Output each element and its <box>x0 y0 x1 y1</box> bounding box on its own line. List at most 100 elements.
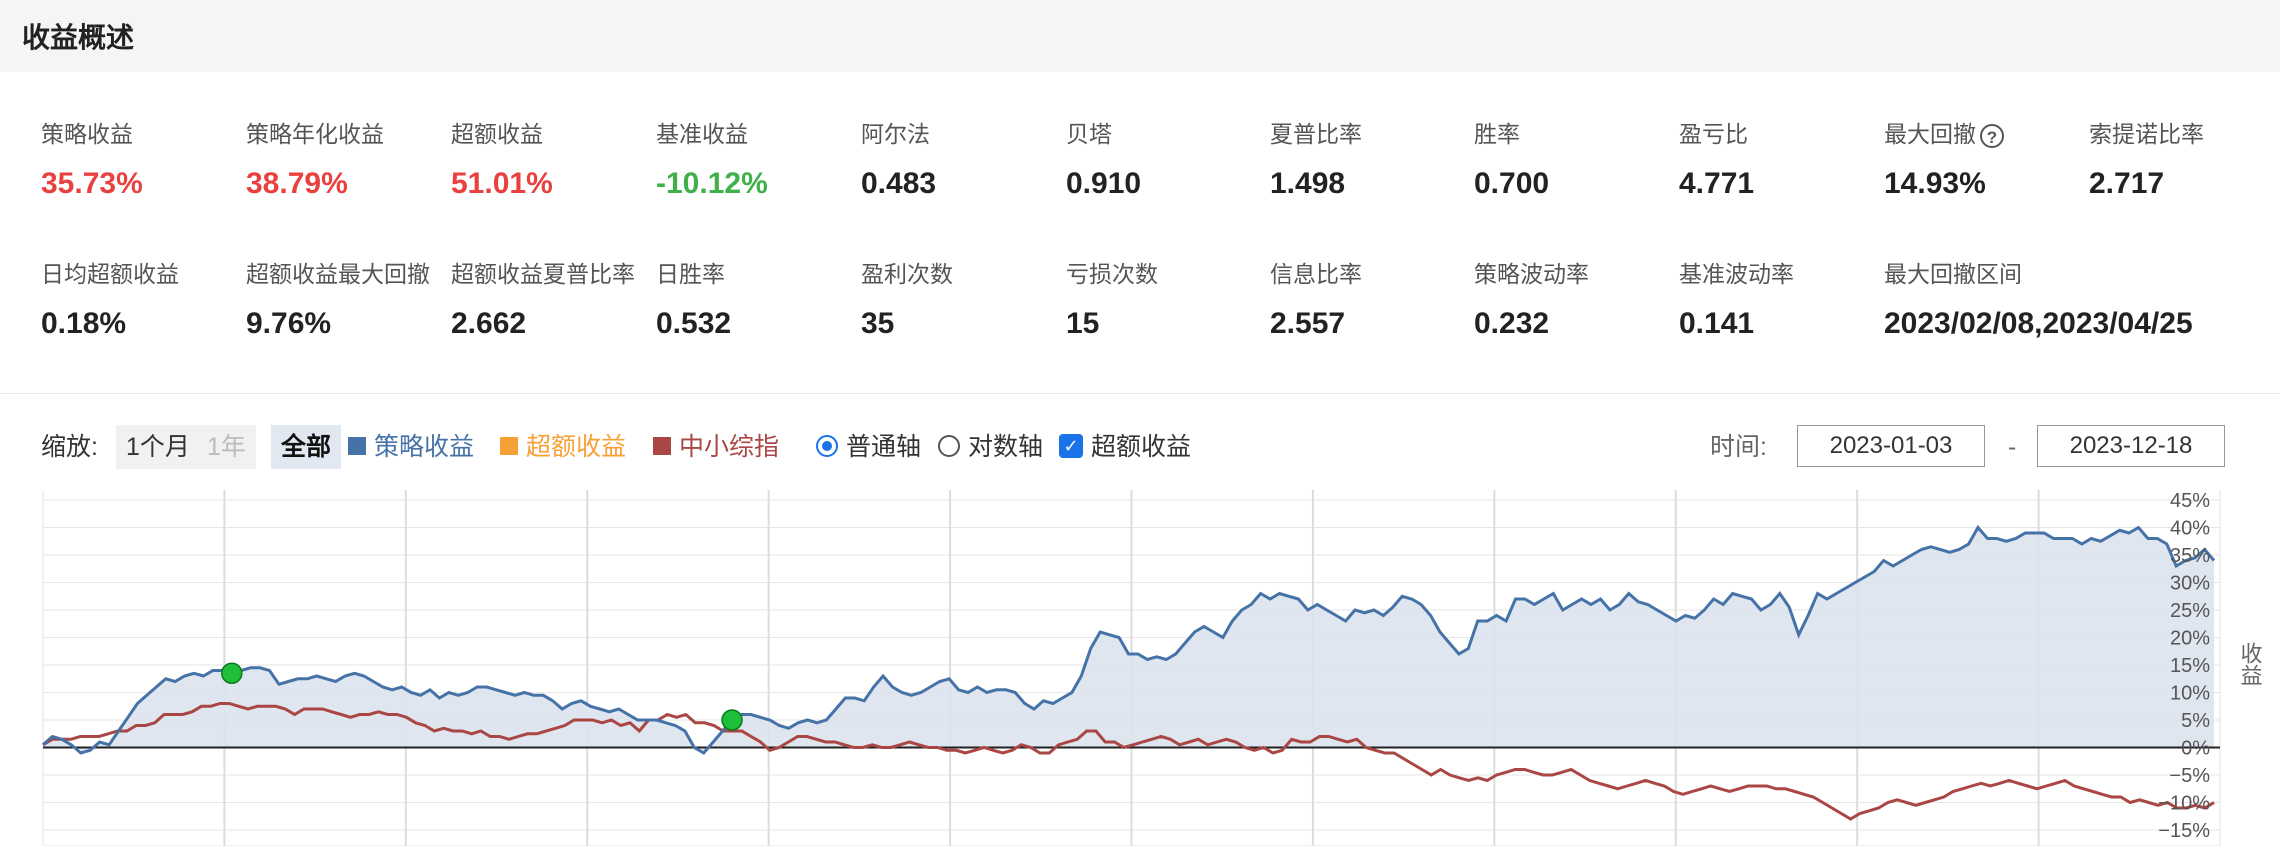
metric-excess-sharpe: 超额收益夏普比率 2.662 <box>451 255 651 341</box>
y-tick-label: 10% <box>2170 683 2210 705</box>
metric-value: 0.532 <box>656 307 732 340</box>
metric-label: 策略波动率 <box>1474 261 1589 287</box>
metric-excess-return: 超额收益 51.01% <box>451 115 651 201</box>
metric-label-wrap: 最大回撤? <box>1884 115 2084 149</box>
y-tick-label: 25% <box>2170 600 2210 622</box>
legend-swatch <box>348 437 366 456</box>
excess-return-checkbox[interactable]: ✓ 超额收益 <box>1059 425 1191 469</box>
metric-value: 9.76% <box>246 307 332 340</box>
metric-daily-win-rate: 日胜率 0.532 <box>656 255 856 341</box>
metric-value: 2.717 <box>2089 167 2165 200</box>
metric-strategy-return: 策略收益 35.73% <box>41 115 241 201</box>
metric-value: 2.662 <box>451 307 527 340</box>
metric-sortino: 索提诺比率 2.717 <box>2089 115 2280 201</box>
metric-value: -10.12% <box>656 167 768 200</box>
legend-item-benchmark[interactable]: 中小综指 <box>653 425 779 469</box>
metric-label: 索提诺比率 <box>2089 121 2204 147</box>
drawdown-end-marker <box>721 709 743 731</box>
metric-value: 38.79% <box>246 167 348 200</box>
radio-label: 普通轴 <box>846 433 922 461</box>
metric-label: 策略收益 <box>41 121 133 147</box>
y-tick-label: 30% <box>2170 573 2210 595</box>
legend-label: 中小综指 <box>679 433 780 461</box>
y-axis-label: 收益 <box>2238 642 2263 686</box>
metric-label: 盈亏比 <box>1679 121 1748 147</box>
returns-chart: 45%40%35%30%25%20%15%10%5%0%−5%−10%−15% … <box>42 490 2263 846</box>
metric-info-ratio: 信息比率 2.557 <box>1270 255 1470 341</box>
metric-annualized-return: 策略年化收益 38.79% <box>246 115 446 201</box>
metric-daily-excess: 日均超额收益 0.18% <box>41 255 241 341</box>
y-tick-label: 15% <box>2170 655 2210 677</box>
metric-beta: 贝塔 0.910 <box>1066 115 1266 201</box>
section-title: 收益概述 <box>22 22 135 53</box>
zoom-all-button[interactable]: 全部 <box>271 425 342 469</box>
help-icon[interactable]: ? <box>1980 123 2004 148</box>
metric-value: 0.483 <box>861 167 937 200</box>
metric-label: 最大回撤 <box>1884 121 1976 147</box>
metric-max-drawdown-range: 最大回撤区间 2023/02/08,2023/04/25 <box>1884 255 2264 341</box>
date-separator: - <box>2008 433 2017 461</box>
chart-toolbar: 缩放: 1个月 1年 全部 策略收益 超额收益 中小综指 普通轴 对数轴 ✓ 超额… <box>0 425 2280 469</box>
legend-item-strategy[interactable]: 策略收益 <box>348 425 474 469</box>
radio-unselected-icon <box>938 435 960 458</box>
metric-strategy-volatility: 策略波动率 0.232 <box>1474 255 1674 341</box>
metric-label: 超额收益夏普比率 <box>451 261 635 287</box>
metric-value: 15 <box>1066 307 1100 340</box>
metric-label: 基准波动率 <box>1679 261 1794 287</box>
metric-max-drawdown: 最大回撤? 14.93% <box>1884 115 2084 201</box>
zoom-1-year-button[interactable]: 1年 <box>197 425 256 469</box>
log-axis-radio[interactable]: 对数轴 <box>938 425 1043 469</box>
checkmark-icon: ✓ <box>1059 434 1083 459</box>
metric-label: 最大回撤区间 <box>1884 261 2022 287</box>
metric-label: 贝塔 <box>1066 121 1112 147</box>
metric-label: 夏普比率 <box>1270 121 1362 147</box>
y-tick-label: −10% <box>2158 793 2210 815</box>
legend-item-excess[interactable]: 超额收益 <box>500 425 626 469</box>
metric-value: 2.557 <box>1270 307 1346 340</box>
drawdown-start-marker <box>221 662 243 684</box>
metric-label: 胜率 <box>1474 121 1520 147</box>
metric-value: 0.700 <box>1474 167 1550 200</box>
checkbox-label: 超额收益 <box>1091 433 1192 461</box>
metric-value: 1.498 <box>1270 167 1346 200</box>
metric-value: 2023/02/08,2023/04/25 <box>1884 307 2193 340</box>
y-tick-label: 0% <box>2181 738 2210 760</box>
section-header: 收益概述 <box>0 0 2280 72</box>
radio-selected-icon <box>816 435 838 458</box>
metric-label: 日胜率 <box>656 261 725 287</box>
metric-profit-loss-ratio: 盈亏比 4.771 <box>1679 115 1879 201</box>
legend-swatch <box>653 437 671 456</box>
metric-value: 51.01% <box>451 167 553 200</box>
metric-label: 亏损次数 <box>1066 261 1158 287</box>
metric-value: 0.910 <box>1066 167 1142 200</box>
metric-win-rate: 胜率 0.700 <box>1474 115 1674 201</box>
metric-loss-count: 亏损次数 15 <box>1066 255 1266 341</box>
metric-label: 超额收益 <box>451 121 543 147</box>
metric-label: 盈利次数 <box>861 261 953 287</box>
y-tick-label: 45% <box>2170 490 2210 512</box>
y-tick-label: −15% <box>2158 820 2210 842</box>
metric-value: 0.141 <box>1679 307 1755 340</box>
metric-profit-count: 盈利次数 35 <box>861 255 1061 341</box>
end-date-input[interactable]: 2023-12-18 <box>2037 425 2225 467</box>
normal-axis-radio[interactable]: 普通轴 <box>816 425 921 469</box>
metric-value: 35 <box>861 307 895 340</box>
metric-sharpe: 夏普比率 1.498 <box>1270 115 1470 201</box>
legend-label: 策略收益 <box>374 433 475 461</box>
start-date-input[interactable]: 2023-01-03 <box>1797 425 1985 467</box>
metric-label: 信息比率 <box>1270 261 1362 287</box>
section-divider <box>0 393 2280 394</box>
metric-alpha: 阿尔法 0.483 <box>861 115 1061 201</box>
metric-label: 阿尔法 <box>861 121 930 147</box>
metric-label: 策略年化收益 <box>246 121 384 147</box>
metric-value: 14.93% <box>1884 167 1986 200</box>
y-tick-label: 20% <box>2170 628 2210 650</box>
metric-value: 4.771 <box>1679 167 1755 200</box>
legend-label: 超额收益 <box>526 433 627 461</box>
y-tick-label: 5% <box>2181 710 2210 732</box>
y-tick-label: −5% <box>2169 765 2210 787</box>
zoom-1-month-button[interactable]: 1个月 <box>116 425 200 469</box>
time-label: 时间: <box>1710 433 1767 461</box>
y-tick-label: 40% <box>2170 518 2210 540</box>
metric-label: 基准收益 <box>656 121 748 147</box>
